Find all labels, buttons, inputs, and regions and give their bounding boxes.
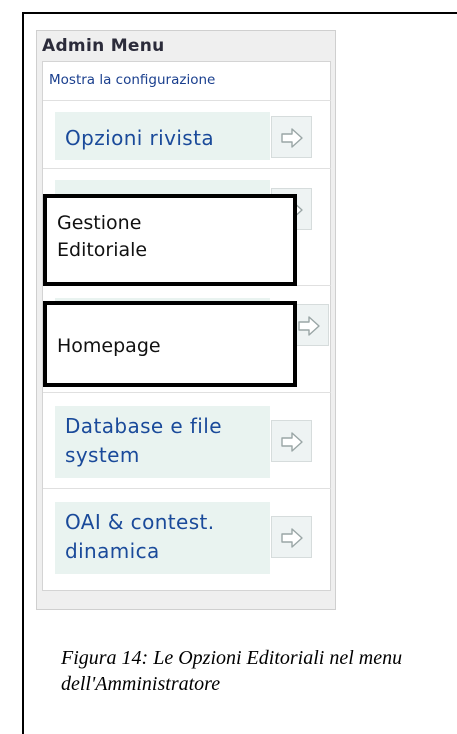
menu-item-database-label-line1: Database e file <box>65 414 222 438</box>
menu-item-oai-label-line2: dinamica <box>65 539 160 563</box>
menu-separator <box>43 100 331 101</box>
database-file-system-arrow-button[interactable] <box>271 420 312 462</box>
highlight-box-gestione-editoriale[interactable]: Gestione Editoriale <box>43 194 297 286</box>
menu-item-opzioni-rivista-label: Opzioni rivista <box>65 126 215 150</box>
admin-menu-title: Admin Menu <box>42 36 165 56</box>
highlight-box-homepage[interactable]: Homepage <box>43 301 297 387</box>
menu-item-gestione-label-line2: Editoriale <box>57 239 148 261</box>
menu-item-homepage-label: Homepage <box>57 335 161 357</box>
menu-item-oai-label-line1: OAI & contest. <box>65 510 215 534</box>
menu-separator <box>43 488 331 489</box>
arrow-right-icon <box>281 432 303 452</box>
document-frame-left <box>22 12 24 734</box>
figure-caption: Figura 14: Le Opzioni Editoriali nel men… <box>61 647 403 695</box>
arrow-right-icon <box>298 316 320 336</box>
menu-separator <box>43 168 331 169</box>
menu-separator <box>43 392 331 393</box>
document-frame-top <box>22 12 457 14</box>
menu-item-gestione-label-line1: Gestione <box>57 212 142 234</box>
arrow-right-icon <box>281 528 303 548</box>
opzioni-rivista-arrow-button[interactable] <box>271 116 312 158</box>
oai-contest-dinamica-arrow-button[interactable] <box>271 516 312 558</box>
menu-item-database-label-line2: system <box>65 443 140 467</box>
arrow-right-icon <box>281 128 303 148</box>
show-configuration-link[interactable]: Mostra la configurazione <box>49 72 215 88</box>
